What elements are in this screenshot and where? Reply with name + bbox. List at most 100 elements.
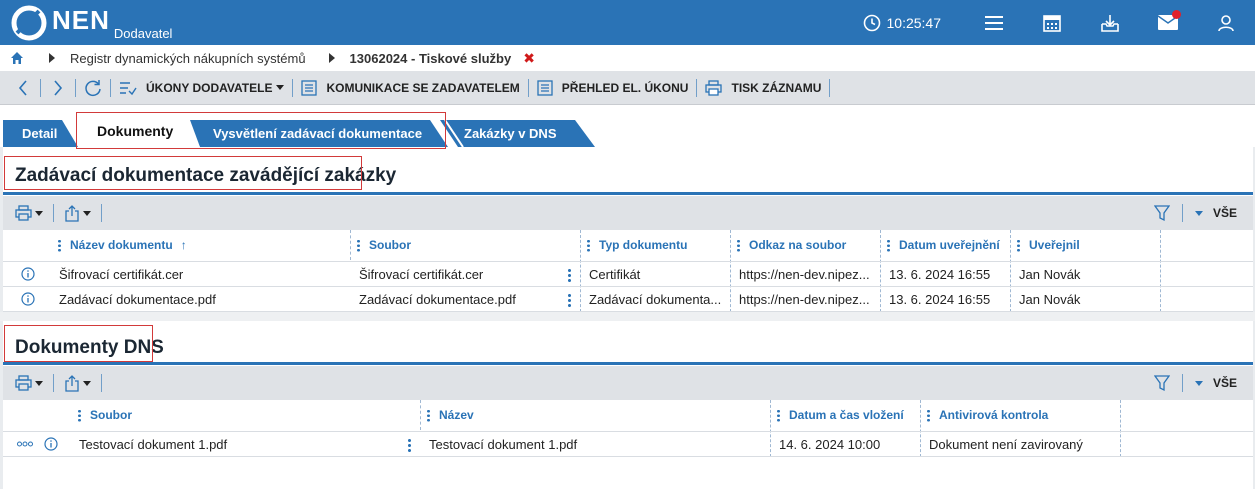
column-typ-dokumentu[interactable]: Typ dokumentu (587, 230, 687, 260)
column-uverejnil-label: Uveřejnil (1029, 238, 1080, 252)
more-options-icon[interactable] (17, 441, 33, 447)
app-root: NEN Dodavatel 10:25:47 Registr dynamický… (0, 0, 1255, 489)
toolbar-separator (75, 78, 76, 97)
column-datum-vlozeni[interactable]: Datum a čas vložení (777, 400, 904, 430)
section1-grid-filters: VŠE (1153, 196, 1237, 230)
section2-view-selector[interactable]: VŠE (1194, 376, 1237, 390)
clock-icon (863, 14, 880, 31)
cell-soubor[interactable]: Šifrovací certifikát.cer (359, 262, 559, 287)
section2-print-menu-button[interactable] (3, 366, 53, 400)
column-antivirova-kontrola[interactable]: Antivirová kontrola (927, 400, 1048, 430)
cell-uverejnil: Jan Novák (1019, 292, 1081, 307)
column-soubor[interactable]: Soubor (357, 230, 411, 260)
section1-print-menu-button[interactable] (3, 196, 53, 230)
inbox-button[interactable] (1081, 0, 1139, 45)
filter-icon[interactable] (1153, 374, 1170, 392)
close-record-icon[interactable]: ✖ (523, 50, 535, 67)
komunikace-label: KOMUNIKACE SE ZADAVATELEM (326, 80, 520, 95)
column-divider (420, 400, 421, 430)
column-odkaz-na-soubor[interactable]: Odkaz na soubor (737, 230, 846, 260)
column-soubor-label: Soubor (369, 238, 411, 252)
user-button[interactable] (1197, 0, 1255, 45)
tab-vysvetleni[interactable]: Vysvětlení zadávací dokumentace (213, 120, 422, 147)
cell-soubor[interactable]: Testovací dokument 1.pdf (79, 432, 379, 457)
forward-button[interactable] (41, 71, 75, 105)
calendar-icon (1043, 14, 1061, 32)
breadcrumb-item-registr[interactable]: Registr dynamických nákupních systémů (70, 51, 306, 66)
nen-logo[interactable]: NEN Dodavatel (11, 0, 172, 45)
cell-odkaz[interactable]: https://nen-dev.nipez... (739, 287, 875, 312)
column-menu-icon[interactable] (927, 408, 930, 422)
column-menu-icon[interactable] (58, 238, 61, 252)
info-icon[interactable] (44, 437, 58, 451)
section-spacer (0, 312, 1255, 321)
cell-datum-vlozeni: 14. 6. 2024 10:00 (779, 437, 881, 452)
column-nazev-dokumentu[interactable]: Název dokumentu ↑ (58, 230, 187, 260)
cell-datum: 13. 6. 2024 16:55 (889, 292, 991, 307)
info-icon[interactable] (21, 267, 35, 281)
column-nazev[interactable]: Název (427, 400, 474, 430)
column-datum-uverejneni[interactable]: Datum uveřejnění (887, 230, 1000, 260)
tisk-zaznamu-button[interactable]: TISK ZÁZNAMU (697, 71, 829, 105)
messages-button[interactable] (1139, 0, 1197, 45)
column-menu-icon[interactable] (1017, 238, 1020, 252)
file-menu-icon[interactable] (408, 438, 411, 452)
refresh-button[interactable] (76, 71, 110, 105)
column-divider (770, 400, 771, 457)
column-menu-icon[interactable] (587, 238, 590, 252)
column-menu-icon[interactable] (887, 238, 890, 252)
cell-odkaz[interactable]: https://nen-dev.nipez... (739, 262, 875, 287)
cell-nazev: Zadávací dokumentace.pdf (59, 292, 216, 307)
column-menu-icon[interactable] (737, 238, 740, 252)
prehled-ukonu-button[interactable]: PŘEHLED EL. ÚKONU (529, 71, 697, 105)
section2-export-menu-button[interactable] (54, 366, 101, 400)
action-toolbar: ÚKONY DODAVATELE KOMUNIKACE SE ZADAVATEL… (0, 71, 1255, 105)
toolbar-separator (101, 374, 102, 392)
breadcrumb: Registr dynamických nákupních systémů 13… (0, 45, 1255, 71)
sort-ascending-icon: ↑ (180, 238, 187, 252)
cell-typ: Zadávací dokumenta... (589, 292, 722, 307)
column-menu-icon[interactable] (427, 408, 430, 422)
section1-export-menu-button[interactable] (54, 196, 101, 230)
column-menu-icon[interactable] (78, 408, 81, 422)
column-divider (920, 400, 921, 457)
column-menu-icon[interactable] (777, 408, 780, 422)
file-menu-icon[interactable] (568, 293, 571, 307)
column-uverejnil[interactable]: Uveřejnil (1017, 230, 1080, 260)
tab-dokumenty[interactable]: Dokumenty (97, 115, 173, 147)
notification-dot (1172, 10, 1181, 19)
section-dokumenty-dns-title: Dokumenty DNS (15, 337, 164, 358)
back-button[interactable] (6, 71, 40, 105)
tab-zakazky-label: Zakázky v DNS (464, 126, 557, 141)
column-divider (730, 230, 731, 312)
filter-icon[interactable] (1153, 204, 1170, 222)
cell-soubor[interactable]: Zadávací dokumentace.pdf (359, 287, 559, 312)
tab-zakazky-v-dns[interactable]: Zakázky v DNS (464, 120, 557, 147)
column-soubor[interactable]: Soubor (78, 400, 132, 430)
info-icon[interactable] (21, 292, 35, 306)
tab-vysvetleni-label: Vysvětlení zadávací dokumentace (213, 126, 423, 141)
komunikace-button[interactable]: KOMUNIKACE SE ZADAVATELEM (293, 71, 527, 105)
file-menu-icon[interactable] (568, 268, 571, 282)
menu-button[interactable] (965, 0, 1023, 45)
column-divider (350, 230, 351, 260)
printer-icon (705, 79, 723, 96)
tisk-zaznamu-label: TISK ZÁZNAMU (731, 80, 822, 95)
caret-down-icon (83, 380, 91, 386)
column-divider (580, 230, 581, 312)
toolbar-separator (527, 78, 529, 97)
home-icon[interactable] (10, 51, 24, 65)
column-menu-icon[interactable] (357, 238, 360, 252)
section1-divider (3, 192, 1253, 195)
logo-ring-icon (11, 5, 47, 40)
tab-detail[interactable]: Detail (22, 120, 57, 147)
section2-grid-toolbar: VŠE (3, 366, 1253, 400)
ukony-dodavatele-button[interactable]: ÚKONY DODAVATELE (111, 71, 292, 105)
caret-down-icon (83, 210, 91, 216)
prehled-ukonu-label: PŘEHLED EL. ÚKONU (561, 80, 689, 95)
user-icon (1218, 14, 1234, 31)
toolbar-separator (1181, 204, 1183, 222)
brand-role: Dodavatel (113, 26, 173, 41)
section1-view-selector[interactable]: VŠE (1194, 206, 1237, 220)
calendar-button[interactable] (1023, 0, 1081, 45)
